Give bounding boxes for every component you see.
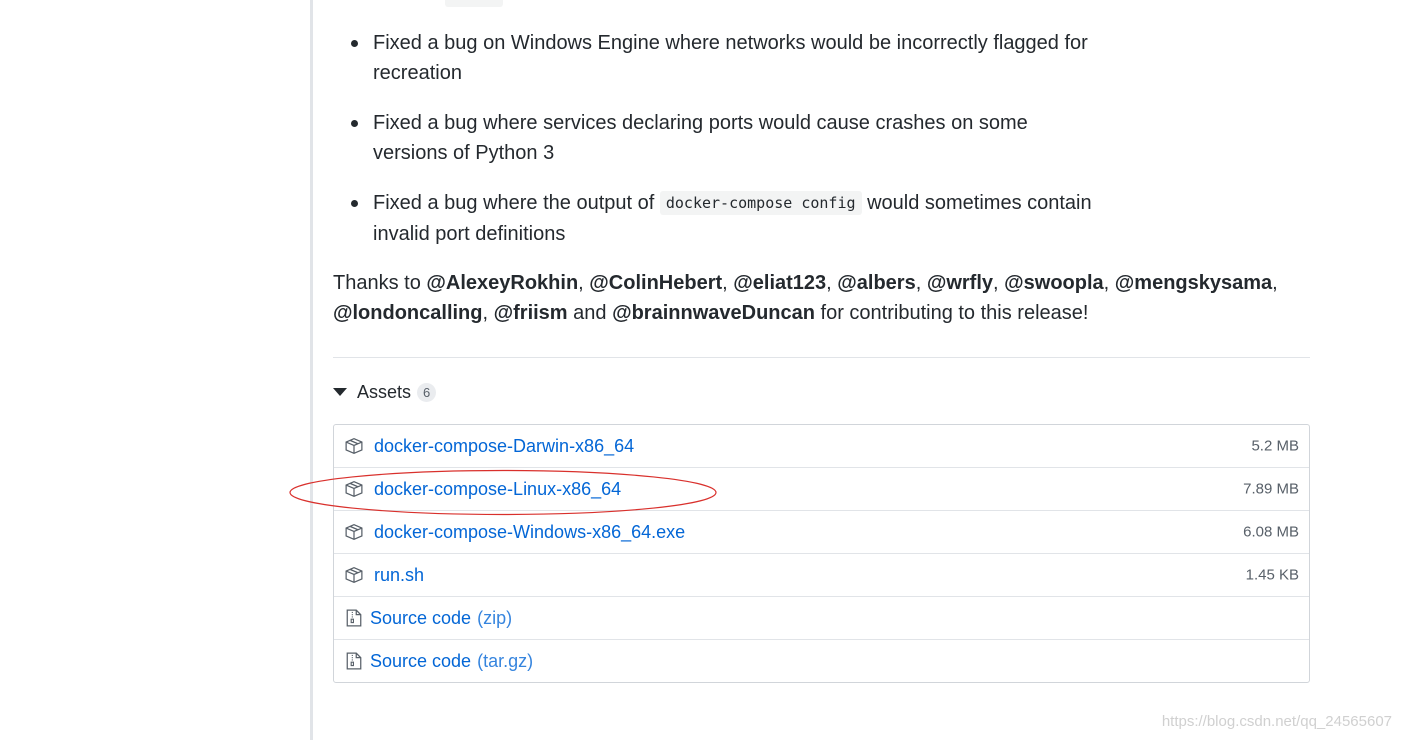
- contributor-link[interactable]: @londoncalling: [333, 302, 483, 324]
- caret-down-icon: [333, 388, 347, 396]
- asset-row: docker-compose-Darwin-x86_64 5.2 MB: [334, 425, 1309, 467]
- source-format: (zip): [477, 607, 513, 628]
- assets-list: docker-compose-Darwin-x86_64 5.2 MB dock…: [333, 424, 1310, 683]
- asset-size: 1.45 KB: [1245, 566, 1299, 584]
- asset-download-link[interactable]: run.sh: [374, 565, 424, 586]
- asset-row: docker-compose-Windows-x86_64.exe 6.08 M…: [334, 510, 1309, 553]
- changelog-list: Fixed a bug on Windows Engine where netw…: [333, 28, 1093, 269]
- assets-count-badge: 6: [417, 382, 437, 402]
- source-code-link[interactable]: Source code: [370, 651, 471, 672]
- thanks-and: and: [567, 302, 613, 324]
- asset-row: docker-compose-Linux-x86_64 7.89 MB: [334, 467, 1309, 510]
- changelog-item: Fixed a bug where the output of docker-c…: [333, 188, 1093, 249]
- contributor-link[interactable]: @eliat123: [733, 272, 826, 294]
- contributor-link[interactable]: @albers: [837, 272, 915, 294]
- package-icon: [344, 436, 364, 456]
- thanks-suffix: for contributing to this release!: [814, 302, 1089, 324]
- file-zip-icon: [344, 608, 364, 628]
- contributor-link[interactable]: @swoopla: [1004, 272, 1104, 294]
- left-rail: [310, 0, 313, 740]
- package-icon: [344, 565, 364, 585]
- watermark-text: https://blog.csdn.net/qq_24565607: [1161, 713, 1392, 730]
- changelog-text: Fixed a bug on Windows Engine where netw…: [373, 32, 1088, 84]
- bullet-icon: [351, 40, 358, 47]
- asset-row: run.sh 1.45 KB: [334, 553, 1309, 596]
- asset-download-link[interactable]: docker-compose-Windows-x86_64.exe: [374, 522, 685, 543]
- asset-download-link[interactable]: docker-compose-Darwin-x86_64: [374, 436, 634, 457]
- asset-size: 6.08 MB: [1243, 523, 1299, 541]
- source-row: Source code (tar.gz): [334, 639, 1309, 682]
- assets-label: Assets: [357, 381, 412, 402]
- source-row: Source code (zip): [334, 596, 1309, 639]
- divider: [333, 357, 1310, 358]
- asset-size: 7.89 MB: [1243, 480, 1299, 498]
- contributor-link[interactable]: @AlexeyRokhin: [426, 272, 578, 294]
- changelog-item: Fixed a bug on Windows Engine where netw…: [333, 28, 1093, 88]
- file-zip-icon: [344, 651, 364, 671]
- package-icon: [344, 522, 364, 542]
- thanks-prefix: Thanks to: [333, 272, 427, 294]
- code-stub: [445, 0, 503, 7]
- contributor-link[interactable]: @friism: [494, 302, 568, 324]
- changelog-item: Fixed a bug where services declaring por…: [333, 108, 1093, 168]
- asset-download-link[interactable]: docker-compose-Linux-x86_64: [374, 479, 621, 500]
- source-format: (tar.gz): [477, 650, 534, 671]
- changelog-text: Fixed a bug where services declaring por…: [373, 112, 1028, 164]
- contributor-link[interactable]: @wrfly: [927, 272, 993, 294]
- package-icon: [344, 479, 364, 499]
- assets-toggle[interactable]: Assets 6: [333, 379, 437, 405]
- inline-code: docker-compose config: [659, 191, 862, 215]
- bullet-icon: [351, 200, 358, 207]
- thanks-paragraph: Thanks to @AlexeyRokhin, @ColinHebert, @…: [333, 272, 1278, 324]
- asset-size: 5.2 MB: [1251, 437, 1299, 455]
- bullet-icon: [351, 120, 358, 127]
- contributor-link[interactable]: @brainnwaveDuncan: [612, 302, 815, 324]
- contributor-link[interactable]: @mengskysama: [1115, 272, 1272, 294]
- source-code-link[interactable]: Source code: [370, 608, 471, 629]
- changelog-text-prefix: Fixed a bug where the output of: [373, 192, 660, 214]
- contributor-link[interactable]: @ColinHebert: [589, 272, 722, 294]
